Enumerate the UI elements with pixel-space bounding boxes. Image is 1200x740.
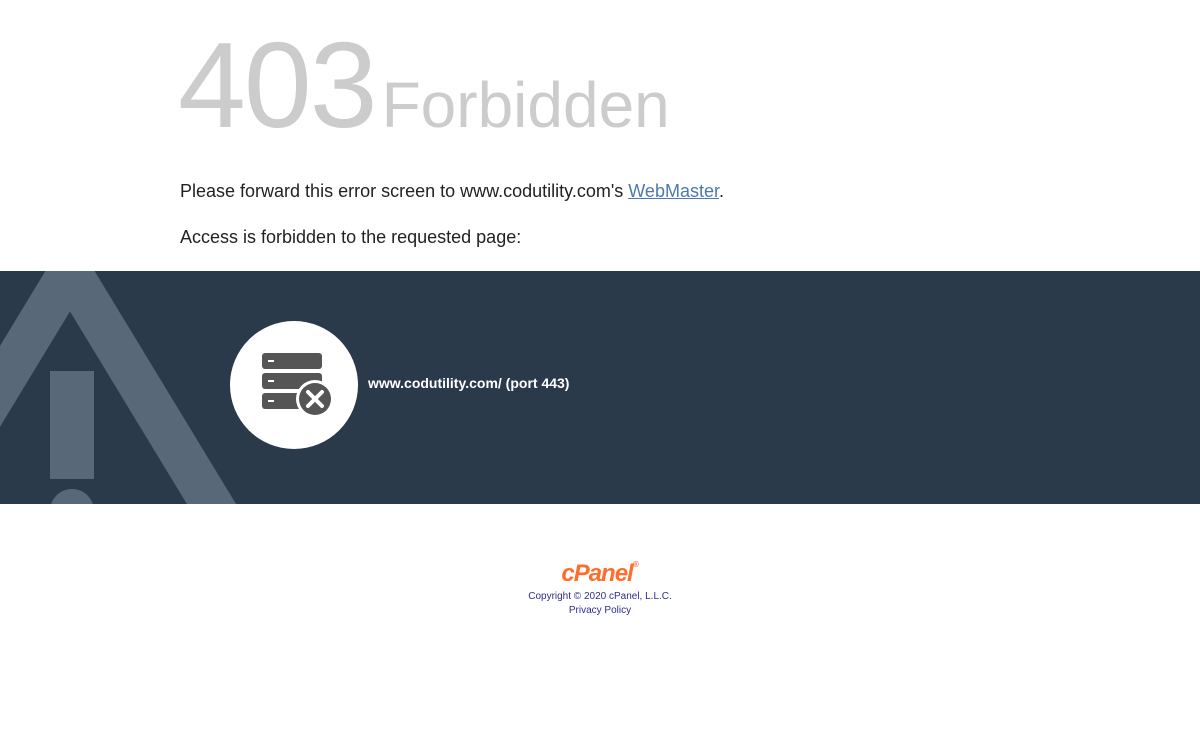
page-title: 403Forbidden [178,24,670,146]
webmaster-link[interactable]: WebMaster [628,181,719,201]
server-icon-circle [230,321,358,449]
privacy-policy: Privacy Policy [0,605,1200,616]
error-header: 403Forbidden Please forward this error s… [0,0,1200,271]
forward-message: Please forward this error screen to www.… [180,181,724,202]
server-error-icon [262,353,334,418]
status-band: www.codutility.com/ (port 443) [0,271,1200,504]
registered-mark: ® [632,560,639,569]
error-title: Forbidden [381,69,670,141]
error-code: 403 [178,17,378,153]
cpanel-logo: cPanel® [0,560,1200,588]
host-port-label: www.codutility.com/ (port 443) [368,375,570,391]
access-message: Access is forbidden to the requested pag… [180,227,522,247]
footer: cPanel® Copyright © 2020 cPanel, L.L.C. … [0,504,1200,740]
copyright-text: Copyright © 2020 cPanel, L.L.C. [528,591,672,602]
privacy-policy-link[interactable]: Privacy Policy [569,605,631,616]
forward-message-suffix: . [718,181,724,201]
cpanel-logo-text: cPanel [561,560,633,587]
forward-message-text: Please forward this error screen to www.… [180,181,629,201]
